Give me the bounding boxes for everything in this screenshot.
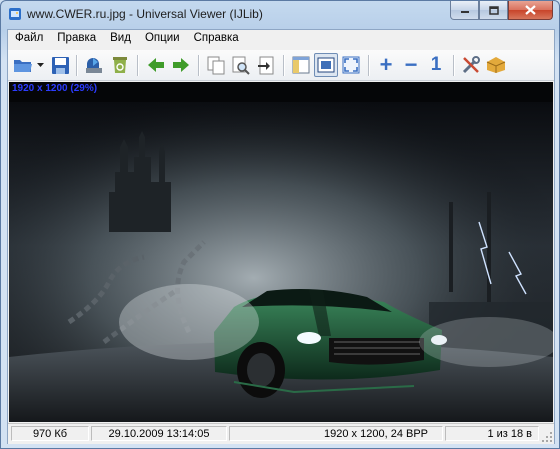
copy-button[interactable] [204,53,228,77]
toolbar: + − 1 [8,50,554,81]
open-dropdown[interactable] [35,53,45,77]
prev-button[interactable] [144,53,168,77]
fit-window-button[interactable] [314,53,338,77]
menu-edit[interactable]: Правка [50,30,103,49]
close-icon [525,5,536,15]
menu-view[interactable]: Вид [103,30,138,49]
zoom-out-button[interactable]: − [399,52,423,77]
export-icon [86,58,102,73]
fullscreen-button[interactable] [339,53,363,77]
menu-bar: Файл Правка Вид Опции Справка [8,30,554,49]
delete-button[interactable] [108,53,132,77]
minimize-button[interactable] [450,1,479,20]
original-size-icon: 1 [430,54,442,75]
settings-button[interactable] [459,53,483,77]
goto-button[interactable] [254,53,278,77]
find-button[interactable] [229,53,253,77]
close-button[interactable] [508,1,553,20]
save-disk-icon [51,56,69,74]
fit-window-icon [317,57,335,73]
plugins-button[interactable] [484,53,508,77]
arrow-right-icon [173,58,189,72]
copy-pages-icon [207,56,225,74]
image-info-overlay: 1920 x 1200 (29%) [12,83,98,94]
window-controls [450,1,553,20]
status-dimensions: 1920 x 1200, 24 BPP [229,426,443,441]
status-bar: 970 Кб 29.10.2009 13:14:05 1920 x 1200, … [8,423,554,444]
export-button[interactable] [82,53,106,77]
status-filesize: 970 Кб [11,426,89,441]
original-size-button[interactable]: 1 [424,53,448,77]
status-datetime: 29.10.2009 13:14:05 [91,426,227,441]
open-button[interactable] [11,53,35,77]
recycle-bin-icon [113,57,127,73]
save-button[interactable] [48,53,72,77]
minimize-icon [460,11,469,13]
toolbar-separator [368,55,370,76]
panel-button[interactable] [289,53,313,77]
open-folder-icon [14,60,32,72]
fullscreen-icon [342,56,360,74]
toolbar-separator [76,55,78,76]
toolbar-separator [453,55,455,76]
client-area: Файл Правка Вид Опции Справка + − 1 1920… [7,29,555,444]
menu-help[interactable]: Справка [187,30,246,49]
app-window: www.CWER.ru.jpg - Universal Viewer (IJLi… [0,0,560,449]
window-title: www.CWER.ru.jpg - Universal Viewer (IJLi… [27,7,263,21]
app-icon [9,8,21,20]
menu-options[interactable]: Опции [138,30,187,49]
dropdown-arrow-icon [36,63,44,67]
resize-grip-icon[interactable] [541,431,553,443]
menu-file[interactable]: Файл [8,30,50,49]
toolbar-separator [198,55,200,76]
maximize-button[interactable] [479,1,508,20]
zoom-in-button[interactable]: + [374,52,398,77]
tools-icon [462,56,480,74]
search-page-icon [232,56,250,75]
image-view[interactable]: 1920 x 1200 (29%) [9,82,553,422]
status-position: 1 из 18 в [445,426,539,441]
maximize-icon [488,5,499,15]
next-button[interactable] [169,53,193,77]
wallpaper-image [9,102,553,422]
arrow-left-icon [148,58,164,72]
toolbar-separator [137,55,139,76]
title-bar[interactable]: www.CWER.ru.jpg - Universal Viewer (IJLi… [1,1,559,27]
panel-toggle-icon [292,56,310,74]
package-icon [486,57,506,73]
toolbar-separator [283,55,285,76]
goto-page-icon [258,56,274,74]
zoom-out-icon: − [404,52,418,77]
zoom-in-icon: + [379,52,393,77]
